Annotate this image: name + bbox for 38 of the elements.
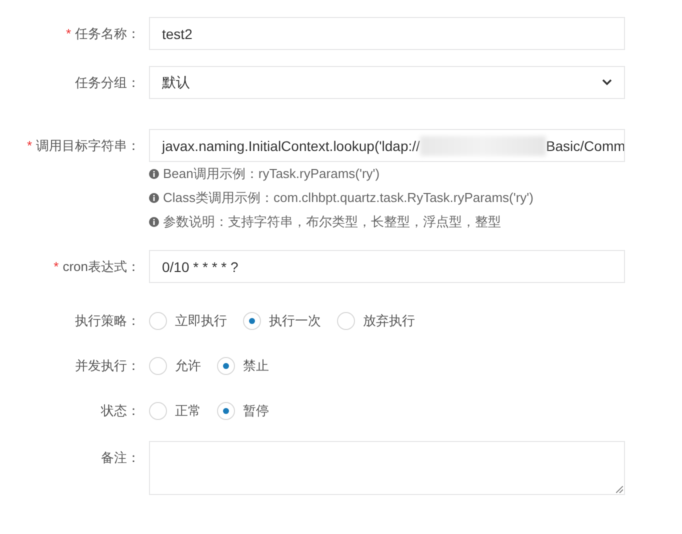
radio-button[interactable] bbox=[149, 402, 167, 420]
radio-label[interactable]: 放弃执行 bbox=[363, 312, 415, 330]
radio-button[interactable] bbox=[337, 312, 355, 330]
hint-text: Bean调用示例：ryTask.ryParams('ry') bbox=[163, 165, 380, 183]
text-field[interactable]: javax.naming.InitialContext.lookup('ldap:// Basic/Comm bbox=[149, 129, 625, 162]
field-label: cron表达式： bbox=[62, 259, 140, 274]
radio-button[interactable] bbox=[217, 402, 235, 420]
info-icon bbox=[149, 193, 159, 203]
required-mark: * bbox=[66, 26, 71, 41]
radio-label[interactable]: 执行一次 bbox=[269, 312, 321, 330]
text-field[interactable]: 0/10 * * * * ? bbox=[149, 250, 625, 283]
info-icon bbox=[149, 169, 159, 179]
radio-label[interactable]: 禁止 bbox=[243, 357, 269, 375]
required-mark: * bbox=[26, 138, 32, 153]
radio-button[interactable] bbox=[149, 357, 167, 375]
radio-label[interactable]: 正常 bbox=[175, 402, 201, 420]
text-field[interactable]: test2 bbox=[149, 17, 625, 50]
field-label: 任务分组： bbox=[75, 75, 140, 90]
radio-button[interactable] bbox=[149, 312, 167, 330]
field-label: 状态： bbox=[101, 403, 140, 418]
field-label: 执行策略： bbox=[75, 313, 140, 328]
radio-button[interactable] bbox=[243, 312, 261, 330]
field-label: 并发执行： bbox=[75, 358, 140, 373]
radio-button[interactable] bbox=[217, 357, 235, 375]
chevron-down-icon bbox=[602, 79, 612, 86]
info-icon bbox=[149, 217, 159, 227]
remark-field[interactable] bbox=[149, 441, 625, 495]
group-select[interactable]: 默认 bbox=[149, 66, 625, 99]
resize-grip-icon bbox=[616, 486, 623, 493]
field-label: 任务名称： bbox=[75, 26, 140, 41]
required-mark: * bbox=[54, 259, 59, 274]
hint-text: 参数说明：支持字符串，布尔类型，长整型，浮点型，整型 bbox=[163, 213, 501, 231]
radio-label[interactable]: 允许 bbox=[175, 357, 201, 375]
radio-label[interactable]: 立即执行 bbox=[175, 312, 227, 330]
hint-text: Class类调用示例：com.clhbpt.quartz.task.RyTask.ryParams('ry') bbox=[163, 189, 534, 207]
field-label: 调用目标字符串： bbox=[36, 138, 140, 153]
field-label: 备注： bbox=[101, 450, 140, 465]
radio-label[interactable]: 暂停 bbox=[243, 402, 269, 420]
